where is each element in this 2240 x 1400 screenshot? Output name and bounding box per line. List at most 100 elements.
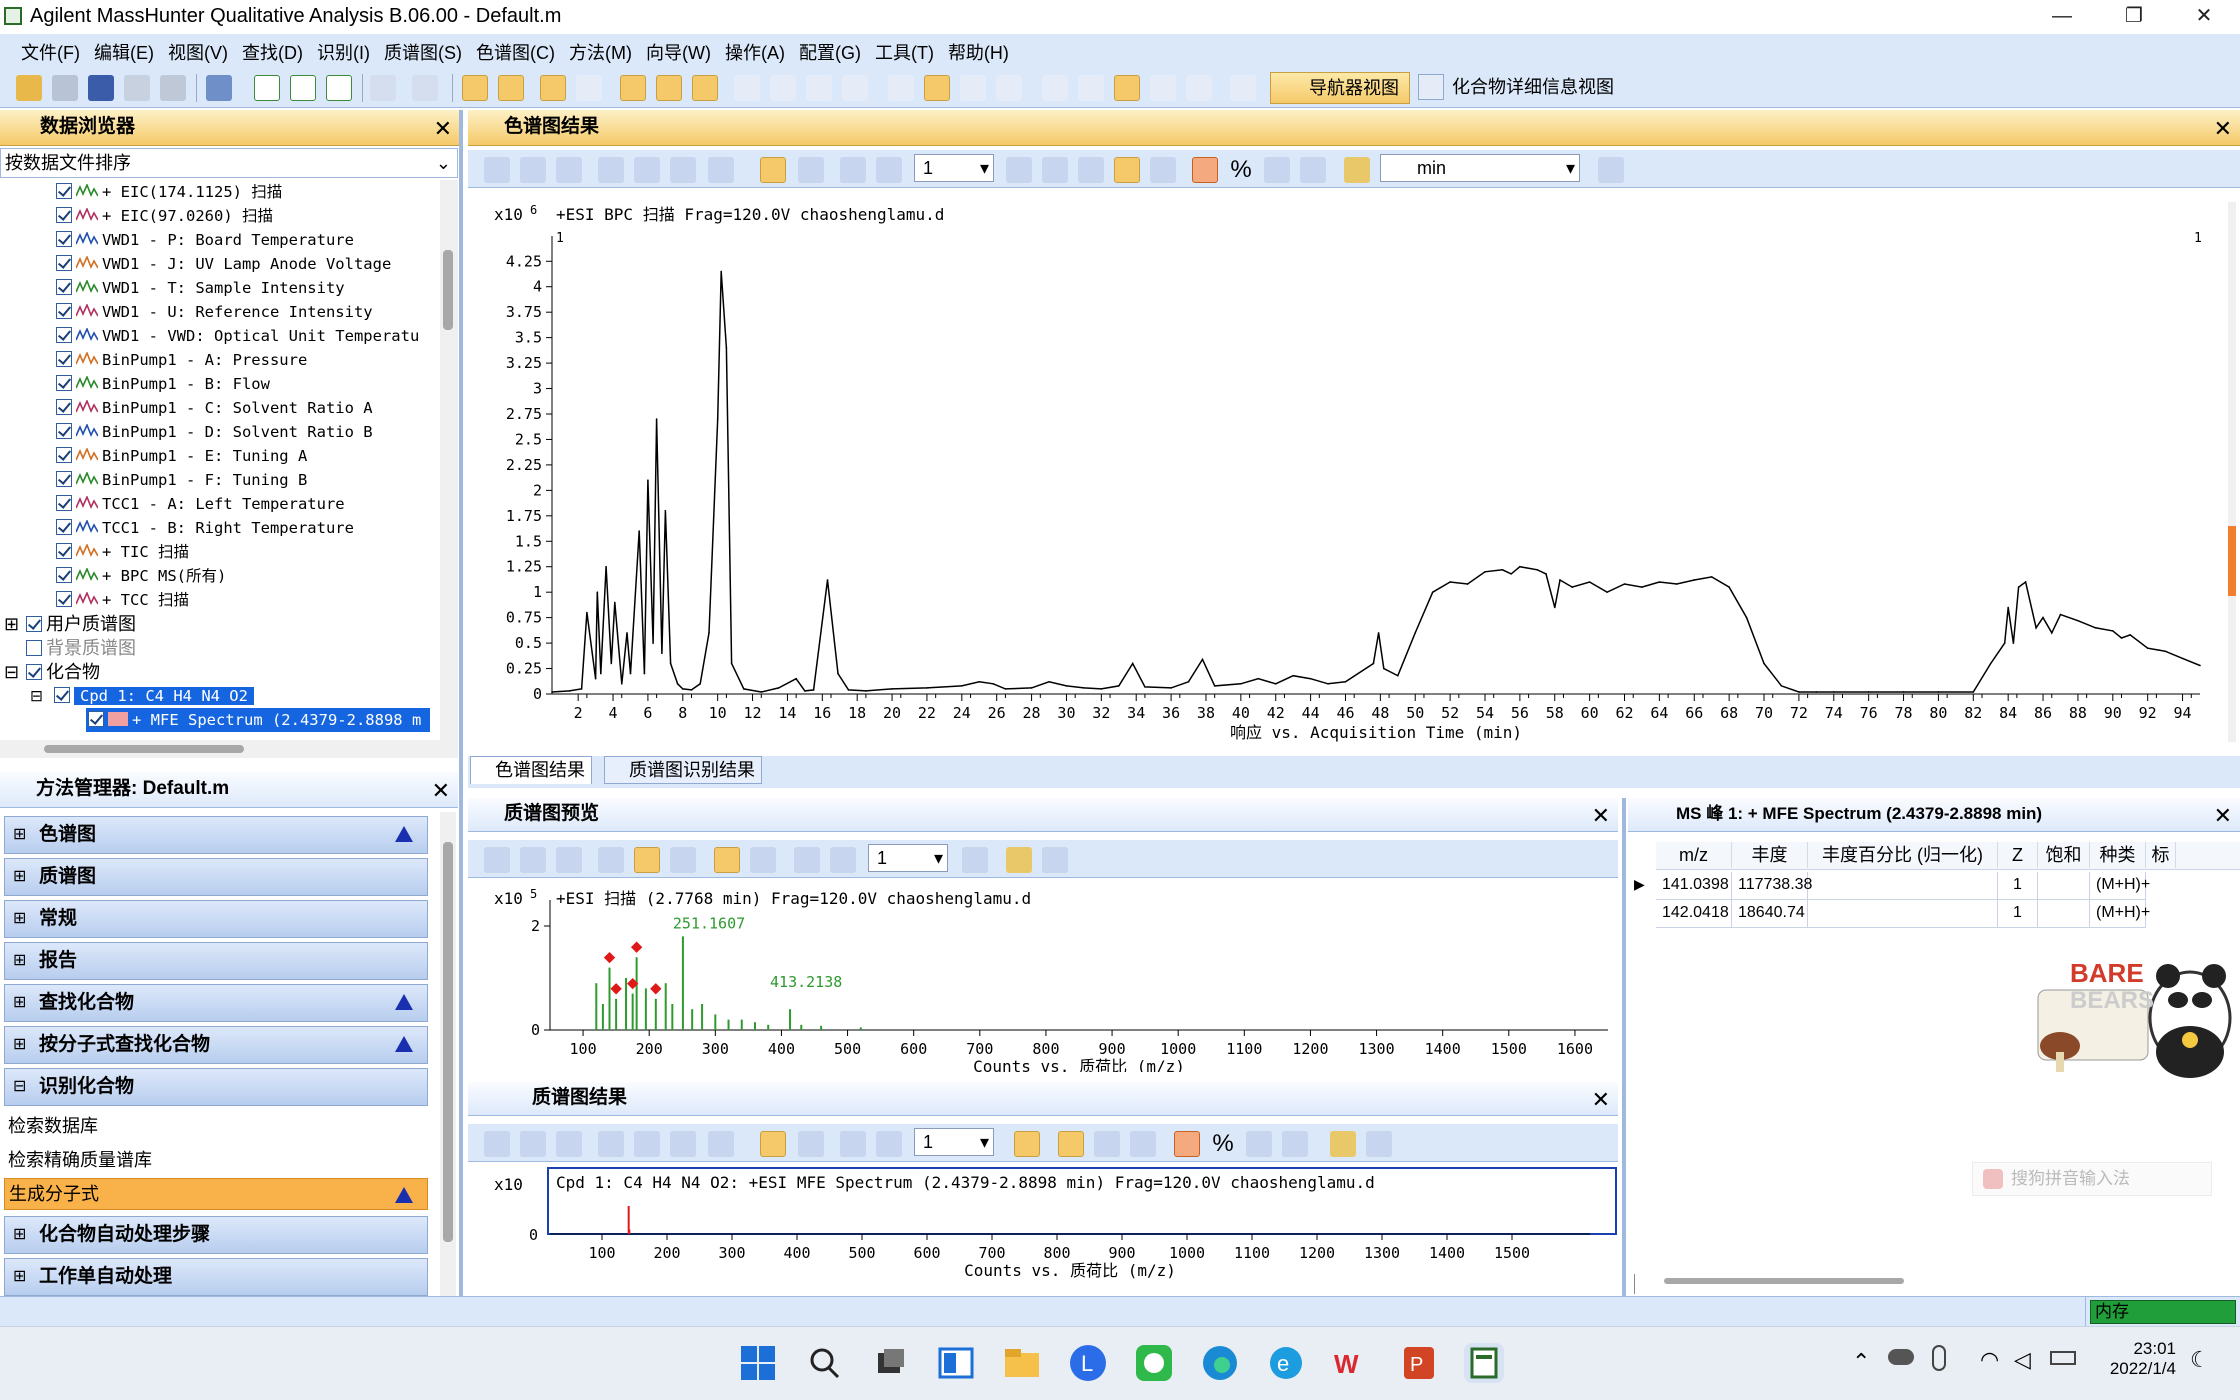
percent-icon[interactable]: %: [1210, 1131, 1236, 1157]
menu-chromatogram[interactable]: 色谱图(C): [469, 34, 562, 70]
pan-icon[interactable]: [670, 847, 696, 873]
checkbox[interactable]: [56, 207, 72, 223]
task-view-icon[interactable]: [870, 1343, 910, 1383]
tree-item[interactable]: + TIC 扫描: [56, 540, 189, 564]
tree-item[interactable]: BinPump1 - F: Tuning B: [56, 468, 307, 492]
checkbox[interactable]: [56, 519, 72, 535]
spectrum-icon[interactable]: [692, 75, 718, 101]
autoscale-icon[interactable]: [484, 847, 510, 873]
percent-scale-icon[interactable]: [1264, 157, 1290, 183]
library-icon[interactable]: [996, 75, 1022, 101]
volume-icon[interactable]: ◁: [2014, 1347, 2031, 1373]
tab-spectrum-identification[interactable]: 质谱图识别结果: [604, 756, 762, 784]
preview-chart[interactable]: x10 5 +ESI 扫描 (2.7768 min) Frag=120.0V cha…: [468, 880, 1618, 1076]
find-by-formula-icon[interactable]: [1078, 75, 1104, 101]
splitter[interactable]: [459, 110, 463, 1296]
peaks-icon[interactable]: [734, 75, 760, 101]
checkbox[interactable]: [56, 375, 72, 391]
item-search-accurate-mass-library[interactable]: 检索精确质量谱库: [8, 1146, 152, 1172]
tree-item[interactable]: VWD1 - P: Board Temperature: [56, 228, 354, 252]
wechat-icon[interactable]: [1134, 1343, 1174, 1383]
checkbox[interactable]: [56, 327, 72, 343]
checkbox[interactable]: [54, 687, 70, 703]
tree-item[interactable]: TCC1 - A: Left Temperature: [56, 492, 345, 516]
chromatogram-icon[interactable]: [620, 75, 646, 101]
file-explorer-icon[interactable]: [1002, 1343, 1042, 1383]
pan-icon[interactable]: [670, 157, 696, 183]
edge-icon[interactable]: [1200, 1343, 1240, 1383]
baseline-icon[interactable]: [770, 75, 796, 101]
redo-icon[interactable]: [412, 75, 438, 101]
column-header[interactable]: 丰度百分比 (归一化): [1808, 842, 1998, 868]
minimize-button[interactable]: —: [2034, 0, 2090, 34]
tree-item[interactable]: + EIC(97.0260) 扫描: [56, 204, 273, 228]
checkbox[interactable]: [56, 399, 72, 415]
compound-detail-view-button[interactable]: 化合物详细信息视图: [1452, 72, 1614, 104]
menu-method[interactable]: 方法(M): [562, 34, 639, 70]
menu-view[interactable]: 视图(V): [161, 34, 235, 70]
zoom-x-icon[interactable]: [520, 847, 546, 873]
bar-icon[interactable]: [1130, 1131, 1156, 1157]
menu-tools[interactable]: 工具(T): [868, 34, 941, 70]
results-close-icon[interactable]: ✕: [1592, 1084, 1610, 1116]
peaks-close-icon[interactable]: ✕: [2214, 800, 2232, 832]
method-manager-close-icon[interactable]: ✕: [432, 774, 450, 808]
next-icon[interactable]: [830, 847, 856, 873]
onedrive-icon[interactable]: [1888, 1349, 1914, 1365]
centroid-icon[interactable]: [1014, 1131, 1040, 1157]
smooth-icon[interactable]: [842, 75, 868, 101]
results-zoom-spinner[interactable]: 1 ▾: [914, 1128, 994, 1156]
table-row[interactable]: ▶ 141.0398 117738.38 1 (M+H)+: [1628, 872, 2240, 900]
menu-spectrum[interactable]: 质谱图(S): [377, 34, 469, 70]
tree-item[interactable]: VWD1 - J: UV Lamp Anode Voltage: [56, 252, 391, 276]
previous-icon[interactable]: [840, 157, 866, 183]
chromatogram-chart[interactable]: x10 6 +ESI BPC 扫描 Frag=120.0V chaoshenglam…: [468, 190, 2240, 758]
percent-icon[interactable]: %: [1228, 157, 1254, 183]
table-row[interactable]: 142.0418 18640.74 1 (M+H)+: [1628, 900, 2240, 928]
battery-icon[interactable]: [2050, 1351, 2076, 1365]
checkbox[interactable]: [56, 495, 72, 511]
save-icon[interactable]: [88, 75, 114, 101]
worklist-icon[interactable]: [1230, 75, 1256, 101]
checkbox[interactable]: [56, 567, 72, 583]
bar-icon[interactable]: [1042, 157, 1068, 183]
report-icon[interactable]: [540, 75, 566, 101]
tree-item[interactable]: VWD1 - VWD: Optical Unit Temperatu: [56, 324, 419, 348]
normalize-icon[interactable]: [1174, 1131, 1200, 1157]
method-icon[interactable]: [206, 75, 232, 101]
menu-configuration[interactable]: 配置(G): [792, 34, 868, 70]
menu-file[interactable]: 文件(F): [14, 34, 87, 70]
ime-indicator[interactable]: 搜狗拼音输入法: [1972, 1162, 2212, 1196]
fit-y-icon[interactable]: [634, 1131, 660, 1157]
menu-identify[interactable]: 识别(I): [310, 34, 377, 70]
close-button[interactable]: ✕: [2176, 0, 2232, 34]
tree-item[interactable]: BinPump1 - B: Flow: [56, 372, 270, 396]
sort-select[interactable]: 按数据文件排序 ⌄: [0, 148, 458, 178]
copy-image-icon[interactable]: [1330, 1131, 1356, 1157]
tab-chromatogram-results[interactable]: 色谱图结果: [470, 756, 592, 784]
previous-icon[interactable]: [840, 1131, 866, 1157]
checkbox[interactable]: [56, 279, 72, 295]
print-icon[interactable]: [160, 75, 186, 101]
checkbox[interactable]: [26, 640, 42, 656]
expander-icon[interactable]: ⊟: [30, 685, 54, 709]
zoom-x-icon[interactable]: [520, 1131, 546, 1157]
wps-icon[interactable]: W: [1332, 1343, 1372, 1383]
select-icon[interactable]: [708, 157, 734, 183]
expander-icon[interactable]: ⊞: [4, 612, 26, 636]
tree-item[interactable]: + TCC 扫描: [56, 588, 189, 612]
fit-y-icon[interactable]: [634, 847, 660, 873]
section-compound-automation[interactable]: ⊞ 化合物自动处理步骤: [4, 1216, 428, 1254]
unit-select[interactable]: min ▾: [1380, 154, 1580, 182]
print-chart-icon[interactable]: [1042, 847, 1068, 873]
settings-icon[interactable]: [1300, 157, 1326, 183]
undo-icon[interactable]: [370, 75, 396, 101]
zoom-out-icon[interactable]: [598, 157, 624, 183]
checkbox[interactable]: [56, 471, 72, 487]
print-chart-icon[interactable]: [1366, 1131, 1392, 1157]
tree-item[interactable]: VWD1 - T: Sample Intensity: [56, 276, 345, 300]
splitter[interactable]: [1622, 798, 1626, 1296]
column-header[interactable]: 丰度: [1732, 842, 1808, 868]
print-chart-icon[interactable]: [1598, 157, 1624, 183]
windows-start-icon[interactable]: [738, 1343, 778, 1383]
